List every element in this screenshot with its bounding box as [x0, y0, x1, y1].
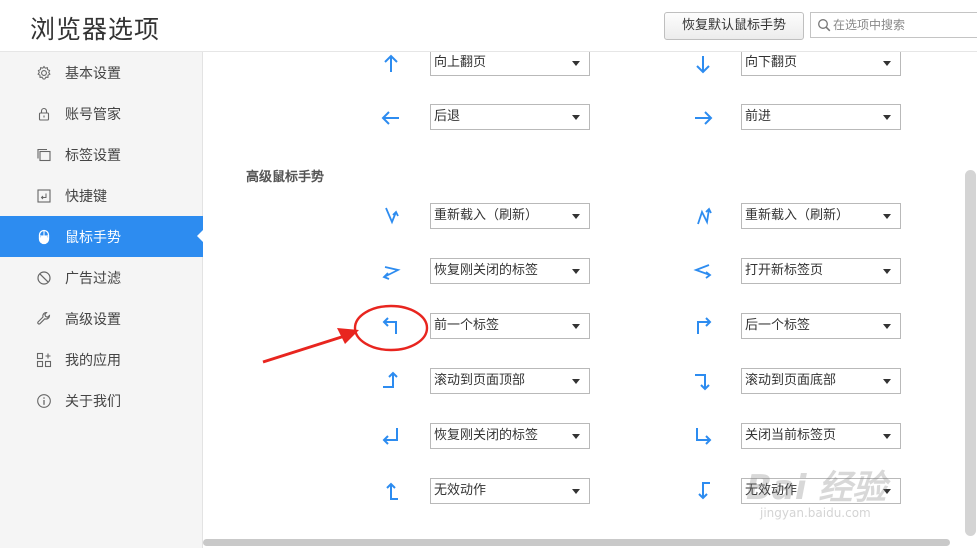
sidebar-item-account[interactable]: 账号管家 [0, 93, 203, 134]
restore-default-gestures-button[interactable]: 恢复默认鼠标手势 [664, 12, 804, 40]
sidebar-item-mouse-gestures[interactable]: 鼠标手势 [0, 216, 204, 257]
apps-icon [35, 351, 53, 369]
sidebar-item-about[interactable]: 关于我们 [0, 380, 203, 421]
down-right-gesture-icon [696, 428, 712, 445]
sidebar-item-my-apps[interactable]: 我的应用 [0, 339, 203, 380]
gesture-action-select[interactable]: 后退 [430, 104, 590, 130]
chevron-down-icon [883, 269, 891, 274]
gesture-action-select[interactable]: 前一个标签 [430, 313, 590, 339]
scrollbar-thumb[interactable] [965, 170, 976, 536]
gesture-action-select[interactable]: 重新载入（刷新） [741, 203, 901, 229]
sidebar: 基本设置 账号管家 标签设置 快捷键 鼠标手势 广告过滤 高级设置 我的应用 关… [0, 52, 204, 548]
sidebar-item-shortcuts[interactable]: 快捷键 [0, 175, 203, 216]
sidebar-item-ad-filter[interactable]: 广告过滤 [0, 257, 203, 298]
horizontal-scrollbar[interactable] [203, 536, 977, 548]
up-down-gesture-icon [697, 207, 712, 225]
sidebar-item-label: 账号管家 [65, 106, 121, 123]
chevron-down-icon [572, 269, 580, 274]
mouse-gesture-settings-panel: 向上翻页 向下翻页 后退 前进 高级鼠标手势 重新载入（刷新） 重新载入（刷新）… [203, 52, 977, 548]
gesture-action-select[interactable]: 无效动作 [430, 478, 590, 504]
block-icon [35, 269, 53, 287]
left-right-gesture-icon [693, 264, 712, 279]
sidebar-item-label: 我的应用 [65, 352, 121, 369]
mouse-icon [35, 228, 53, 246]
gear-icon [35, 64, 53, 82]
scrollbar-thumb[interactable] [203, 539, 950, 546]
sidebar-item-label: 基本设置 [65, 65, 121, 82]
search-input[interactable] [833, 15, 973, 35]
gesture-action-select[interactable]: 无效动作 [741, 478, 901, 504]
chevron-down-icon [883, 489, 891, 494]
sidebar-item-label: 标签设置 [65, 147, 121, 164]
gesture-action-select[interactable]: 恢复刚关闭的标签 [430, 423, 590, 449]
chevron-down-icon [572, 214, 580, 219]
left-arrow-icon [381, 111, 399, 125]
search-box[interactable] [810, 12, 977, 38]
chevron-down-icon [883, 379, 891, 384]
sidebar-item-label: 广告过滤 [65, 270, 121, 287]
gesture-action-select[interactable]: 后一个标签 [741, 313, 901, 339]
right-down-gesture-icon [695, 374, 710, 391]
gesture-action-select[interactable]: 前进 [741, 104, 901, 130]
down-arrow-icon [696, 56, 710, 74]
vertical-scrollbar[interactable] [964, 52, 977, 536]
up-right-gesture-icon [697, 317, 712, 334]
gesture-action-select[interactable]: 滚动到页面顶部 [430, 368, 590, 394]
sidebar-item-label: 快捷键 [65, 188, 107, 205]
chevron-down-icon [572, 379, 580, 384]
keyboard-icon [35, 187, 53, 205]
up-left-down-gesture-icon [382, 428, 398, 445]
left-up-gesture-icon [386, 482, 398, 500]
chevron-down-icon [572, 61, 580, 66]
left-down-gesture-icon [698, 482, 710, 500]
chevron-down-icon [572, 115, 580, 120]
chevron-down-icon [572, 489, 580, 494]
sidebar-item-label: 鼠标手势 [65, 229, 121, 246]
right-up-gesture-icon [383, 371, 398, 388]
chevron-down-icon [883, 434, 891, 439]
chevron-down-icon [883, 115, 891, 120]
chevron-down-icon [572, 434, 580, 439]
wrench-icon [35, 310, 53, 328]
sidebar-item-label: 高级设置 [65, 311, 121, 328]
gesture-action-select[interactable]: 关闭当前标签页 [741, 423, 901, 449]
tabs-icon [35, 146, 53, 164]
chevron-down-icon [883, 214, 891, 219]
gesture-action-select[interactable]: 打开新标签页 [741, 258, 901, 284]
down-up-gesture-icon [385, 207, 399, 225]
right-arrow-icon [695, 111, 713, 125]
sidebar-item-tabs[interactable]: 标签设置 [0, 134, 203, 175]
up-left-gesture-icon [382, 317, 397, 334]
sidebar-item-label: 关于我们 [65, 393, 121, 410]
search-icon [818, 19, 831, 32]
chevron-down-icon [883, 61, 891, 66]
gesture-action-select[interactable]: 向上翻页 [430, 52, 590, 76]
chevron-down-icon [572, 324, 580, 329]
info-icon [35, 392, 53, 410]
right-left-gesture-icon [382, 266, 401, 280]
chevron-down-icon [883, 324, 891, 329]
gesture-action-select[interactable]: 恢复刚关闭的标签 [430, 258, 590, 284]
up-arrow-icon [384, 54, 398, 72]
lock-icon [35, 105, 53, 123]
options-header: 浏览器选项 恢复默认鼠标手势 [0, 0, 977, 52]
gesture-action-select[interactable]: 滚动到页面底部 [741, 368, 901, 394]
sidebar-item-advanced[interactable]: 高级设置 [0, 298, 203, 339]
page-title: 浏览器选项 [30, 15, 161, 44]
gesture-action-select[interactable]: 重新载入（刷新） [430, 203, 590, 229]
sidebar-item-basic[interactable]: 基本设置 [0, 52, 203, 93]
gesture-action-select[interactable]: 向下翻页 [741, 52, 901, 76]
advanced-gestures-heading: 高级鼠标手势 [246, 170, 325, 185]
